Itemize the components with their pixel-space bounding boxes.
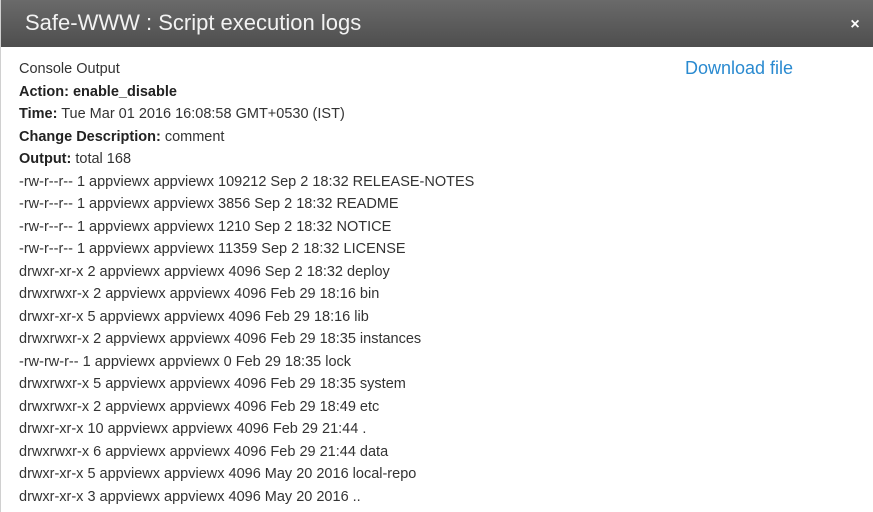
change-description-label: Change Description: [19, 128, 161, 145]
close-icon[interactable]: × [847, 17, 863, 33]
log-line: drwxr-xr-x 3 appviewx appviewx 4096 May … [19, 488, 361, 505]
log-line: drwxrwxr-x 2 appviewx appviewx 4096 Feb … [19, 331, 422, 347]
time-line: Time: Tue Mar 01 2016 16:08:58 GMT+0530 … [19, 103, 859, 126]
log-line: drwxr-xr-x 10 appviewx appviewx 4096 Feb… [19, 421, 367, 437]
output-value: total 168 [75, 151, 132, 167]
change-description-line: Change Description: comment [19, 126, 859, 149]
log-line: -rw-r--r-- 1 appviewx appviewx 109212 Se… [19, 173, 475, 190]
dialog-titlebar: Safe-WWW : Script execution logs × [1, 0, 873, 47]
output-line: Output: total 168 [19, 148, 859, 171]
dialog-title: Safe-WWW : Script execution logs [25, 10, 362, 35]
time-value: Tue Mar 01 2016 16:08:58 GMT+0530 (IST) [61, 106, 345, 122]
action-label: Action: enable_disable [19, 83, 177, 100]
log-content: Console Output Action: enable_disable Ti… [19, 58, 859, 508]
log-line: drwxrwxr-x 2 appviewx appviewx 4096 Feb … [19, 398, 380, 415]
action-line: Action: enable_disable [19, 81, 859, 104]
log-line: -rw-rw-r-- 1 appviewx appviewx 0 Feb 29 … [19, 353, 352, 370]
log-line: -rw-r--r-- 1 appviewx appviewx 1210 Sep … [19, 218, 392, 235]
script-log-dialog: Safe-WWW : Script execution logs × Downl… [0, 0, 873, 512]
log-line: -rw-r--r-- 1 appviewx appviewx 3856 Sep … [19, 196, 399, 212]
change-description-value: comment [164, 128, 225, 145]
time-label: Time: [19, 106, 58, 122]
log-line: drwxr-xr-x 5 appviewx appviewx 4096 May … [19, 466, 417, 482]
log-line: drwxrwxr-x 2 appviewx appviewx 4096 Feb … [19, 286, 380, 302]
log-line: -rw-r--r-- 1 appviewx appviewx 11359 Sep… [19, 241, 406, 257]
log-line: drwxr-xr-x 2 appviewx appviewx 4096 Sep … [19, 263, 390, 280]
log-line: drwxr-xr-x 5 appviewx appviewx 4096 Feb … [19, 308, 369, 325]
log-line: drwxrwxr-x 5 appviewx appviewx 4096 Feb … [19, 376, 406, 392]
console-output-heading: Console Output [19, 61, 120, 77]
output-label: Output: [19, 151, 72, 167]
log-line: drwxrwxr-x 6 appviewx appviewx 4096 Feb … [19, 443, 389, 460]
